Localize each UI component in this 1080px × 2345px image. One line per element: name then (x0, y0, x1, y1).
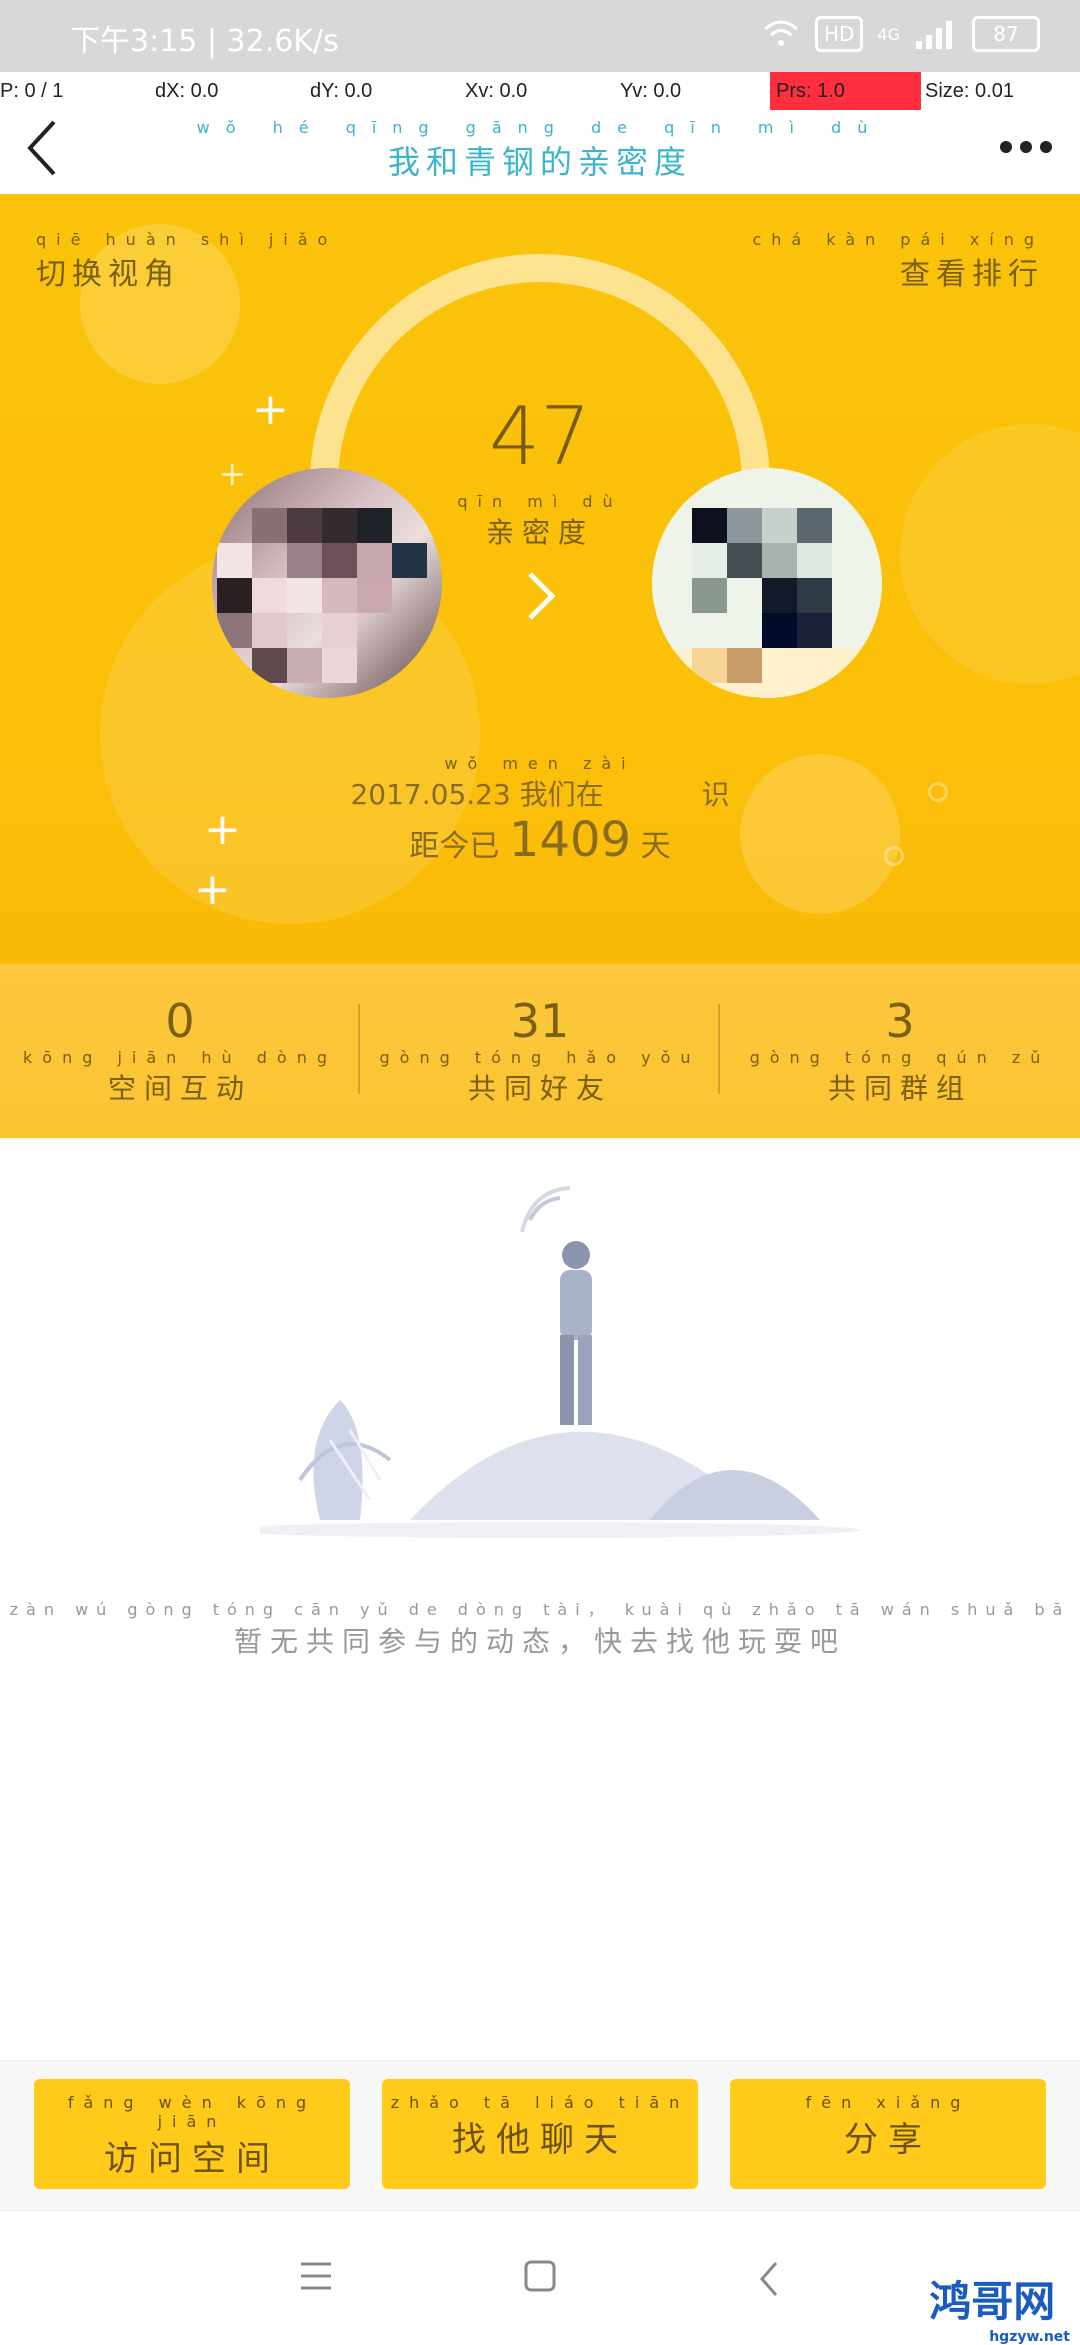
stat-pinyin: kōng jiān hù dòng (23, 1048, 337, 1067)
button-label: 访问空间 (104, 2139, 280, 2179)
chat-button[interactable]: zhǎo tā liáo tiān 找他聊天 (382, 2079, 698, 2189)
debug-xv: Xv: 0.0 (465, 80, 528, 102)
stat-pinyin: gòng tóng qún zǔ (749, 1048, 1051, 1067)
empty-state-illustration (220, 1180, 960, 1540)
view-ranking-pinyin: chá kàn pái xíng (752, 230, 1044, 249)
watermark-url: hgzyw.net (989, 2329, 1070, 2345)
person-on-hill-illustration (220, 1186, 860, 1538)
chevron-right-icon (522, 568, 562, 624)
debug-dx: dX: 0.0 (155, 80, 219, 102)
sparkle-icon: + (218, 454, 247, 494)
stat-value: 3 (885, 994, 915, 1048)
button-label: 找他聊天 (452, 2120, 628, 2160)
empty-state-message-block: zàn wú gòng tóng cān yǔ de dòng tài， kuà… (0, 1596, 1080, 1660)
intimacy-label: 亲密度 (485, 516, 594, 549)
view-ranking-label: 查看排行 (900, 257, 1044, 292)
signal-icon (916, 21, 952, 49)
button-pinyin: fǎng wèn kōng jiān (67, 2093, 317, 2131)
button-label: 分享 (844, 2120, 932, 2160)
more-options-button[interactable] (996, 132, 1056, 162)
decor-ring (884, 846, 904, 866)
more-dots-icon (1000, 141, 1052, 153)
debug-size: Size: 0.01 (925, 80, 1014, 102)
meet-pinyin: wǒ men zài (444, 754, 636, 773)
network-type: 4G (877, 24, 900, 44)
stat-pinyin: gòng tóng hǎo yǒu (379, 1048, 701, 1067)
watermark-logo: 鸿哥网 hgzyw.net (929, 2268, 1070, 2345)
wifi-icon (763, 20, 798, 46)
debug-pointer-count: P: 0 / 1 (0, 80, 64, 102)
intimacy-label-pinyin: qīn mì dù (457, 492, 623, 511)
sparkle-icon: + (194, 864, 231, 915)
debug-pressure: Prs: 1.0 (770, 72, 921, 110)
pixelated-avatar-image (652, 508, 882, 698)
status-bar: 下午3:15 | 32.6K/s HD 4G 87 (0, 0, 1080, 72)
friend-avatar[interactable] (652, 468, 882, 698)
stat-common-groups[interactable]: 3 gòng tóng qún zǔ 共同群组 (720, 994, 1080, 1107)
stat-label: 空间互动 (107, 1072, 252, 1105)
stat-value: 31 (510, 994, 570, 1048)
intimacy-hero: + + + + qiē huàn shì jiǎo 切换视角 chá kàn p… (0, 194, 1080, 1138)
switch-view-link[interactable]: qiē huàn shì jiǎo 切换视角 (36, 230, 337, 293)
visit-space-button[interactable]: fǎng wèn kōng jiān 访问空间 (34, 2079, 350, 2189)
meet-text: 2017.05.23 我们在 (350, 778, 604, 811)
days-prefix: 距今已 (409, 829, 500, 864)
system-nav-bar (0, 2210, 1080, 2341)
my-avatar[interactable] (212, 468, 442, 698)
decor-ring (928, 782, 948, 802)
sparkle-icon: + (252, 384, 289, 435)
meet-suffix: 识 (701, 778, 730, 811)
stat-space-interaction[interactable]: 0 kōng jiān hù dòng 空间互动 (0, 994, 360, 1107)
intimacy-label-block: qīn mì dù 亲密度 (440, 492, 640, 551)
stats-row: 0 kōng jiān hù dòng 空间互动 31 gòng tóng hǎ… (0, 964, 1080, 1138)
page-title-pinyin: wǒ hé qīng gāng de qīn mì dù (196, 118, 884, 137)
debug-yv: Yv: 0.0 (620, 80, 682, 102)
hd-badge: HD (814, 16, 864, 52)
home-icon[interactable] (522, 2259, 558, 2293)
meet-date-line: wǒ men zài 2017.05.23 我们在 识 (200, 754, 880, 813)
debug-dy: dY: 0.0 (310, 80, 373, 102)
battery-icon: 87 (972, 16, 1040, 52)
share-button[interactable]: fēn xiǎng 分享 (730, 2079, 1046, 2189)
button-pinyin: fēn xiǎng (805, 2093, 971, 2112)
decor-bubble (900, 424, 1080, 684)
bottom-action-bar: fǎng wèn kōng jiān 访问空间 zhǎo tā liáo tiā… (0, 2060, 1080, 2211)
stat-label: 共同好友 (467, 1072, 612, 1105)
app-header: wǒ hé qīng gāng de qīn mì dù 我和青钢的亲密度 (0, 112, 1080, 194)
switch-view-label: 切换视角 (36, 257, 180, 292)
status-icons: HD 4G 87 (761, 16, 1040, 52)
empty-message: 暂无共同参与的动态，快去找他玩耍吧 (233, 1625, 846, 1658)
page-title: 我和青钢的亲密度 (387, 143, 692, 181)
pixelated-avatar-image (217, 508, 427, 683)
stat-common-friends[interactable]: 31 gòng tóng hǎo yǒu 共同好友 (360, 994, 720, 1107)
pointer-debug-overlay: P: 0 / 1 dX: 0.0 dY: 0.0 Xv: 0.0 Yv: 0.0… (0, 72, 1080, 112)
stat-value: 0 (165, 994, 195, 1048)
days-suffix: 天 (640, 829, 671, 864)
menu-icon[interactable] (298, 2259, 334, 2293)
days-since-line: 距今已 1409 天 (200, 812, 880, 868)
page-title-block: wǒ hé qīng gāng de qīn mì dù 我和青钢的亲密度 (0, 118, 1080, 183)
back-icon[interactable] (754, 2259, 784, 2299)
stat-label: 共同群组 (827, 1072, 972, 1105)
view-ranking-link[interactable]: chá kàn pái xíng 查看排行 (752, 230, 1044, 293)
status-time: 下午3:15 | 32.6K/s (70, 24, 339, 59)
empty-message-pinyin: zàn wú gòng tóng cān yǔ de dòng tài， kuà… (9, 1600, 1071, 1619)
watermark-brand: 鸿哥网 (929, 2277, 1056, 2326)
switch-view-pinyin: qiē huàn shì jiǎo (36, 230, 338, 249)
button-pinyin: zhǎo tā liáo tiān (390, 2093, 690, 2112)
days-count: 1409 (508, 812, 632, 868)
intimacy-score: 47 (489, 390, 591, 483)
